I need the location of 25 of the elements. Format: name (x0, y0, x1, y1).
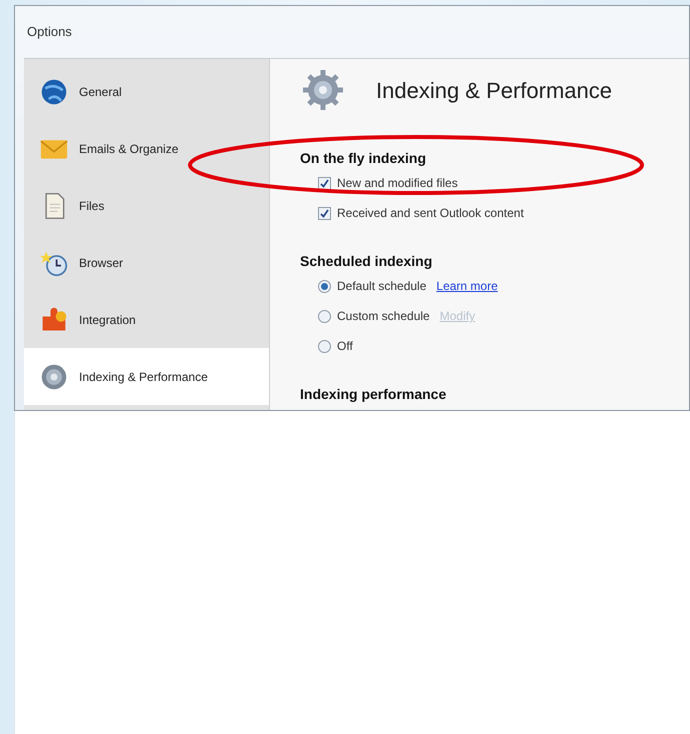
link[interactable]: Learn more (436, 277, 498, 295)
option-label: Off (337, 338, 353, 355)
sidebar-item[interactable]: General (24, 63, 269, 120)
checkbox[interactable] (318, 176, 331, 190)
sidebar-item[interactable]: Files (24, 177, 269, 234)
sidebar-item[interactable]: Integration (24, 291, 269, 348)
sidebar-item[interactable]: Emails & Organize (24, 120, 269, 177)
option-label: Custom schedule (337, 308, 430, 325)
gear-icon (39, 362, 69, 390)
section-heading: On the fly indexing (300, 149, 428, 168)
section-heading: Indexing performance (300, 385, 448, 404)
window-title: Options (27, 23, 72, 42)
gear-icon (300, 67, 346, 113)
panel-title: Indexing & Performance (376, 76, 612, 105)
radio-button[interactable] (318, 310, 331, 322)
radio-button[interactable] (318, 340, 331, 352)
option-label: New and modified files (337, 175, 458, 192)
globe-icon (39, 78, 69, 106)
sidebar-item[interactable]: Browser (24, 234, 269, 291)
sidebar-item[interactable]: Indexing & Performance (24, 348, 269, 405)
checkbox[interactable] (318, 206, 331, 220)
option-label: Received and sent Outlook content (337, 205, 524, 222)
radio-button[interactable] (318, 280, 331, 292)
option-label: Default schedule (337, 278, 426, 295)
section-heading: Scheduled indexing (300, 252, 434, 271)
